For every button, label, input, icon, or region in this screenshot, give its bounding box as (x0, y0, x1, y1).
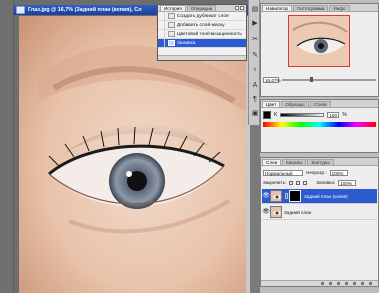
fill-field[interactable]: 100% (338, 179, 357, 186)
fill-label: Заливка: (316, 180, 336, 185)
history-source-checkbox[interactable] (158, 11, 165, 21)
delete-layer-icon[interactable] (369, 282, 372, 285)
layers-panel: Слои Каналы Контуры Нормальный Непрозр.:… (260, 157, 379, 287)
layer-style-icon[interactable] (329, 282, 332, 285)
history-item[interactable]: Добавить слой-маску (158, 20, 246, 30)
new-group-icon[interactable] (353, 282, 356, 285)
layer-thumbnail (270, 190, 282, 202)
brush-icon[interactable]: ✎ (251, 52, 259, 60)
color-spectrum-bar[interactable] (263, 122, 376, 127)
layer-name: Задний план (копия) (304, 193, 348, 199)
layers-bottom-bar (261, 280, 378, 286)
history-item[interactable]: Цветовой тон/Насыщенность (158, 29, 246, 39)
document-title: Глаз.jpg @ 16,7% (Задний план (копия), С… (28, 7, 142, 13)
history-panel-tabs: История Операции (158, 5, 246, 12)
lock-label: Закрепить: (263, 180, 287, 185)
history-step-icon (168, 13, 175, 19)
layers-icon[interactable]: ▣ (251, 110, 259, 118)
paragraph-icon[interactable]: ¶ (251, 96, 259, 104)
panel-dock-icons: ▤ ▶ ✂ ✎ ♁ A ¶ ▣ (248, 0, 260, 125)
clone-icon[interactable]: ♁ (251, 66, 259, 74)
tab-info[interactable]: Инфо (329, 5, 350, 11)
panel-collapse-icon[interactable] (235, 6, 239, 10)
tab-actions[interactable]: Операции (186, 5, 217, 11)
tab-history[interactable]: История (160, 5, 186, 11)
tab-navigator[interactable]: Навигатор (262, 5, 293, 11)
blend-mode-select[interactable]: Нормальный (263, 169, 303, 176)
history-icon[interactable]: ▤ (251, 6, 259, 14)
channel-value-field[interactable]: 100 (327, 112, 340, 118)
lock-position-icon[interactable] (303, 180, 308, 185)
eye-icon[interactable]: 👁 (262, 205, 270, 220)
layers-blend-row: Нормальный Непрозр.: 100% (263, 169, 376, 176)
history-source-checkbox[interactable] (158, 38, 165, 48)
history-step-icon (168, 40, 175, 46)
history-source-checkbox[interactable] (158, 29, 165, 39)
layer-row[interactable]: 👁 Задний план (262, 205, 377, 220)
lock-transparency-icon[interactable] (289, 180, 294, 185)
history-item-label: Создать дубликат слоя (177, 13, 229, 19)
history-item[interactable]: Создать дубликат слоя (158, 11, 246, 21)
layer-thumbnail (270, 206, 282, 218)
navigator-preview[interactable] (288, 15, 350, 67)
eye-icon[interactable]: 👁 (262, 189, 270, 204)
adjustment-layer-icon[interactable] (345, 282, 348, 285)
color-panel: Цвет Образцы Стили K 100 % (260, 99, 379, 153)
history-item-label: Добавить слой-маску (177, 22, 225, 28)
color-channel-row: K 100 % (263, 111, 347, 119)
tab-color[interactable]: Цвет (262, 101, 281, 107)
navigator-thumbnail (289, 16, 349, 66)
left-workspace (0, 0, 14, 293)
tab-paths[interactable]: Контуры (307, 159, 334, 165)
layer-name: Задний план (284, 209, 312, 215)
actions-icon[interactable]: ▶ (251, 20, 259, 28)
channel-slider[interactable] (280, 113, 325, 117)
layers-panel-tabs: Слои Каналы Контуры (261, 158, 378, 166)
history-step-icon (168, 31, 175, 37)
tab-layers[interactable]: Слои (262, 159, 282, 165)
channel-label: K (274, 112, 278, 118)
new-layer-icon[interactable] (361, 282, 364, 285)
history-item-label: Заливка (177, 40, 196, 46)
history-item-selected[interactable]: Заливка (158, 38, 246, 48)
zoom-field[interactable]: 16,67% (263, 77, 281, 83)
link-layers-icon[interactable] (321, 282, 324, 285)
zoom-slider[interactable] (282, 77, 376, 82)
navigator-panel-tabs: Навигатор Гистограмма Инфо (261, 4, 378, 12)
tab-styles[interactable]: Стили (309, 101, 331, 107)
history-panel: История Операции Создать дубликат слоя Д… (157, 4, 247, 61)
opacity-field[interactable]: 100% (329, 169, 348, 176)
right-panel-column: Навигатор Гистограмма Инфо 16,67% Цвет О… (260, 0, 379, 293)
add-mask-icon[interactable] (337, 282, 340, 285)
history-step-icon (168, 22, 175, 28)
panel-close-icon[interactable] (240, 6, 244, 10)
layers-lock-row: Закрепить: Заливка: 100% (263, 179, 376, 186)
history-source-checkbox[interactable] (158, 20, 165, 30)
navigator-panel: Навигатор Гистограмма Инфо 16,67% (260, 3, 379, 97)
navigator-zoom-row: 16,67% (263, 76, 376, 84)
chain-icon[interactable] (285, 193, 288, 199)
text-icon[interactable]: A (251, 82, 259, 90)
tools-icon[interactable]: ✂ (251, 36, 259, 44)
layer-row-selected[interactable]: 👁 Задний план (копия) (262, 189, 377, 204)
history-bottom-bar (158, 55, 246, 60)
tab-histogram[interactable]: Гистограмма (293, 5, 329, 11)
history-item-label: Цветовой тон/Насыщенность (177, 31, 242, 37)
layer-mask-thumbnail[interactable] (289, 190, 301, 202)
color-panel-tabs: Цвет Образцы Стили (261, 100, 378, 108)
foreground-color-swatch[interactable] (263, 111, 271, 119)
document-icon (16, 6, 25, 14)
opacity-label: Непрозр.: (306, 170, 327, 175)
channel-unit: % (342, 112, 347, 118)
lock-pixels-icon[interactable] (296, 180, 301, 185)
tab-swatches[interactable]: Образцы (281, 101, 309, 107)
zoom-slider-thumb[interactable] (310, 77, 314, 82)
tab-channels[interactable]: Каналы (282, 159, 307, 165)
